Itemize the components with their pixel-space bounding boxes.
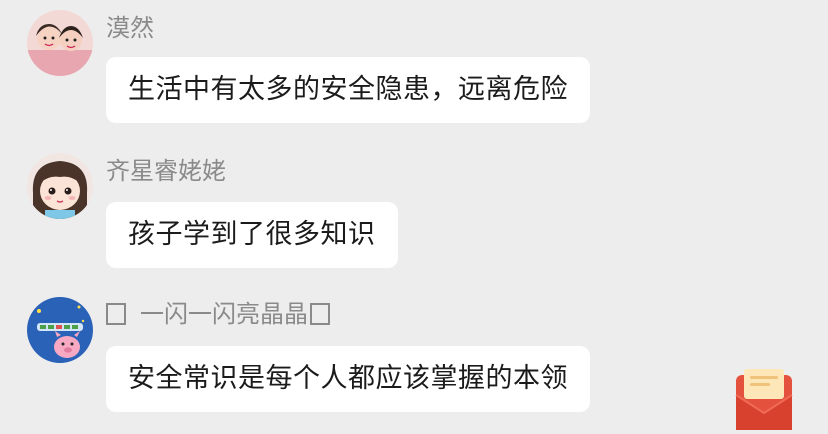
comment-text: 安全常识是每个人都应该掌握的本领 (128, 363, 568, 394)
comment-bubble[interactable]: 生活中有太多的安全隐患，远离危险 (106, 57, 590, 123)
comment-nickname[interactable]: 漠然 (106, 14, 154, 42)
red-envelope-icon (735, 369, 793, 430)
unsupported-emoji-box-icon (106, 303, 126, 325)
avatar-cartoon-pig-icon (27, 297, 93, 363)
comment-nickname[interactable]: 一闪一闪亮晶晶 (106, 300, 330, 328)
nickname-text: 漠然 (106, 14, 154, 42)
avatar-photo-icon (27, 10, 93, 76)
comment-bubble[interactable]: 安全常识是每个人都应该掌握的本领 (106, 346, 590, 412)
comment-nickname[interactable]: 齐星睿姥姥 (106, 157, 226, 185)
comment-text: 孩子学到了很多知识 (128, 219, 376, 250)
nickname-text: 齐星睿姥姥 (106, 157, 226, 185)
avatar[interactable] (27, 10, 93, 76)
unsupported-emoji-box-icon (310, 303, 330, 325)
comment-text: 生活中有太多的安全隐患，远离危险 (128, 74, 568, 105)
avatar[interactable] (27, 153, 93, 219)
avatar-cartoon-girl-icon (27, 153, 93, 219)
avatar[interactable] (27, 297, 93, 363)
comment-bubble[interactable]: 孩子学到了很多知识 (106, 202, 398, 268)
red-packet-button[interactable] (728, 367, 800, 430)
nickname-text: 一闪一闪亮晶晶 (140, 300, 308, 328)
